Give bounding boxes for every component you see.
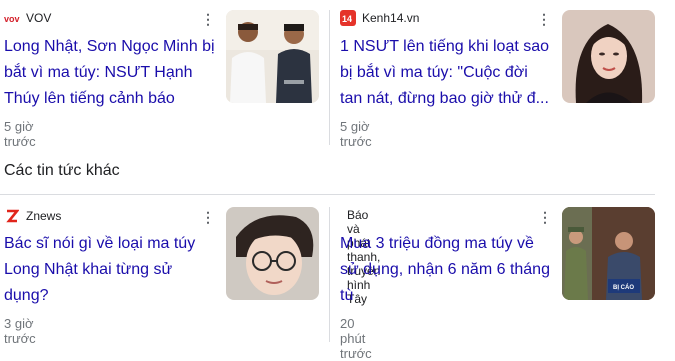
defendant-label: BỊ CÁO	[613, 284, 634, 291]
source-row: 14 Kenh14.vn	[340, 10, 419, 26]
more-options-icon[interactable]: ⋮	[200, 11, 216, 27]
two-men-arrest-photo[interactable]	[226, 10, 319, 103]
man-glasses-photo[interactable]	[226, 207, 319, 300]
vov-logo-icon: vov	[4, 10, 20, 26]
news-title[interactable]: Bác sĩ nói gì về loại ma túy Long Nhật k…	[4, 231, 218, 309]
section-title: Các tin tức khác	[4, 162, 120, 179]
news-title[interactable]: Long Nhật, Sơn Ngọc Minh bị bắt vì ma tú…	[4, 34, 218, 112]
svg-text:vov: vov	[4, 14, 20, 23]
kenh14-logo-icon: 14	[340, 10, 356, 26]
svg-text:14: 14	[342, 14, 352, 24]
more-options-icon[interactable]: ⋮	[537, 209, 553, 225]
news-title[interactable]: Mua 3 triệu đồng ma túy về sử dụng, nhận…	[340, 231, 554, 309]
timestamp: 20 phút trước	[340, 316, 372, 361]
news-title[interactable]: 1 NSƯT lên tiếng khi loạt sao bị bắt vì …	[340, 34, 554, 112]
column-divider	[329, 207, 330, 342]
znews-logo-icon	[4, 208, 20, 224]
woman-portrait-photo[interactable]	[562, 10, 655, 103]
timestamp: 5 giờ trước	[4, 119, 36, 149]
source-name: Znews	[26, 209, 62, 223]
source-name: Kenh14.vn	[362, 11, 420, 25]
source-row: Znews	[4, 208, 61, 224]
source-row: vov VOV	[4, 10, 51, 26]
column-divider	[329, 10, 330, 145]
more-options-icon[interactable]: ⋮	[536, 11, 552, 27]
courtroom-photo[interactable]: BỊ CÁO	[562, 207, 655, 300]
source-name: VOV	[26, 11, 52, 25]
timestamp: 5 giờ trước	[340, 119, 372, 149]
section-divider	[0, 194, 655, 195]
more-options-icon[interactable]: ⋮	[200, 209, 216, 225]
